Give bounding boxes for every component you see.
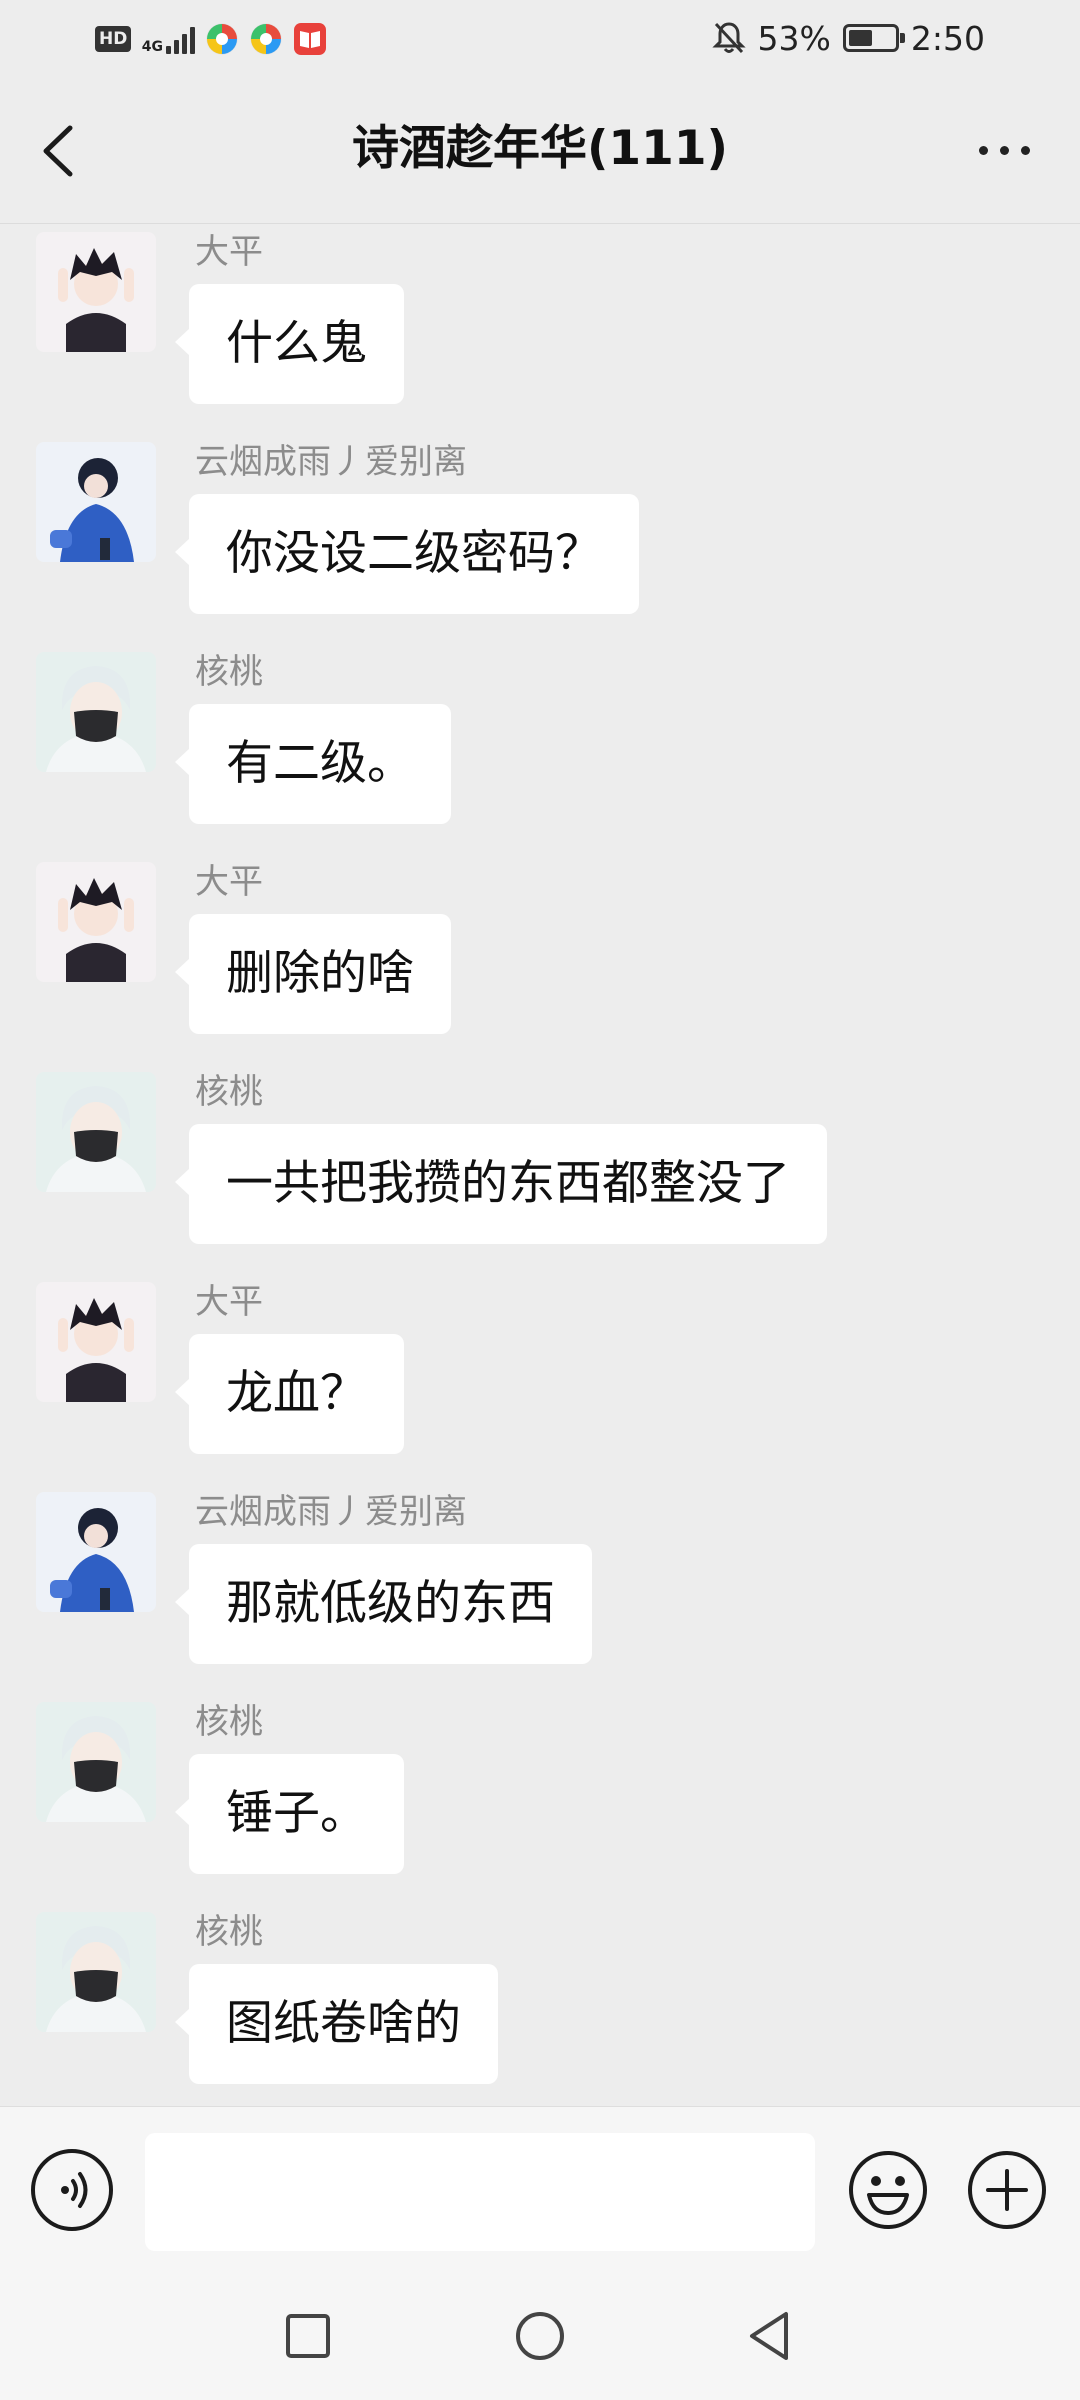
sender-name: 核桃	[195, 1912, 263, 1952]
message-item: 云烟成雨丿爱别离 你没设二级密码？	[0, 434, 1080, 644]
message-item: 大平 什么鬼	[0, 224, 1080, 434]
message-item: 核桃 有二级。	[0, 644, 1080, 854]
message-list[interactable]: 大平 什么鬼 云烟成雨丿爱别离 你没设二级密码？ 核桃 有二级。 大平 删除的啥…	[0, 224, 1080, 2106]
avatar-dark-hair-boy[interactable]	[36, 232, 156, 352]
app-notification-icon	[250, 23, 282, 55]
message-bubble[interactable]: 龙血？	[175, 1334, 404, 1454]
message-item: 核桃 锤子。	[0, 1694, 1080, 1904]
sender-name: 核桃	[195, 1072, 263, 1112]
clock: 2:50	[910, 18, 985, 58]
message-bubble[interactable]: 一共把我攒的东西都整没了	[175, 1124, 827, 1244]
sender-name: 大平	[195, 1282, 263, 1322]
message-bubble[interactable]: 那就低级的东西	[175, 1544, 592, 1664]
system-back-button[interactable]	[738, 2304, 802, 2368]
emoji-icon	[849, 2151, 927, 2229]
message-item: 核桃 图纸卷啥的	[0, 1904, 1080, 2106]
hd-badge: HD	[95, 26, 132, 52]
message-bubble[interactable]: 有二级。	[175, 704, 451, 824]
app-notification-icon	[206, 23, 238, 55]
voice-icon	[61, 2172, 88, 2208]
message-item: 大平 删除的啥	[0, 854, 1080, 1064]
avatar-blue-hoodie[interactable]	[36, 442, 156, 562]
avatar-white-hair-mask[interactable]	[36, 1912, 156, 2032]
message-bubble[interactable]: 锤子。	[175, 1754, 404, 1874]
sender-name: 云烟成雨丿爱别离	[195, 442, 467, 482]
avatar-blue-hoodie[interactable]	[36, 1492, 156, 1612]
chat-header: 诗酒趁年华(111)	[0, 78, 1080, 224]
network-type: 4G	[141, 39, 163, 55]
back-button[interactable]	[34, 120, 94, 182]
avatar-white-hair-mask[interactable]	[36, 652, 156, 772]
plus-icon	[968, 2151, 1046, 2229]
triangle-back-icon	[750, 2312, 788, 2360]
voice-input-button[interactable]	[31, 2149, 113, 2231]
more-functions-button[interactable]	[966, 2149, 1048, 2231]
sender-name: 核桃	[195, 1702, 263, 1742]
chat-title: 诗酒趁年华(111)	[351, 121, 729, 176]
emoji-button[interactable]	[847, 2149, 929, 2231]
message-bubble[interactable]: 图纸卷啥的	[175, 1964, 498, 2084]
battery-icon	[842, 24, 905, 52]
avatar-dark-hair-boy[interactable]	[36, 1282, 156, 1402]
book-app-icon	[294, 23, 327, 55]
message-item: 核桃 一共把我攒的东西都整没了	[0, 1064, 1080, 1274]
system-navigation-bar	[0, 2276, 1080, 2400]
sender-name: 云烟成雨丿爱别离	[195, 1492, 467, 1532]
avatar-dark-hair-boy[interactable]	[36, 862, 156, 982]
status-left: HD 4G	[95, 20, 327, 58]
message-item: 大平 龙血？	[0, 1274, 1080, 1484]
avatar-white-hair-mask[interactable]	[36, 1702, 156, 1822]
more-options-button[interactable]	[964, 130, 1044, 170]
message-bubble[interactable]: 你没设二级密码？	[175, 494, 639, 614]
battery-percent: 53%	[757, 18, 831, 58]
sender-name: 大平	[195, 862, 263, 902]
avatar-white-hair-mask[interactable]	[36, 1072, 156, 1192]
message-item: 云烟成雨丿爱别离 那就低级的东西	[0, 1484, 1080, 1694]
message-bubble[interactable]: 删除的啥	[175, 914, 451, 1034]
home-button[interactable]	[508, 2304, 572, 2368]
square-icon	[286, 2314, 330, 2358]
more-dots-icon	[978, 145, 988, 155]
recent-apps-button[interactable]	[276, 2304, 340, 2368]
circle-icon	[516, 2312, 564, 2360]
status-right: 53% 2:50	[711, 16, 985, 60]
sender-name: 大平	[195, 232, 263, 272]
sender-name: 核桃	[195, 652, 263, 692]
signal-icon: 4G	[141, 24, 196, 55]
message-input[interactable]	[145, 2133, 815, 2251]
status-bar: HD 4G 53% 2:50	[0, 0, 1080, 78]
chat-input-bar	[0, 2106, 1080, 2276]
message-bubble[interactable]: 什么鬼	[175, 284, 404, 404]
muted-bell-icon	[711, 22, 746, 54]
chevron-left-icon	[43, 125, 73, 177]
